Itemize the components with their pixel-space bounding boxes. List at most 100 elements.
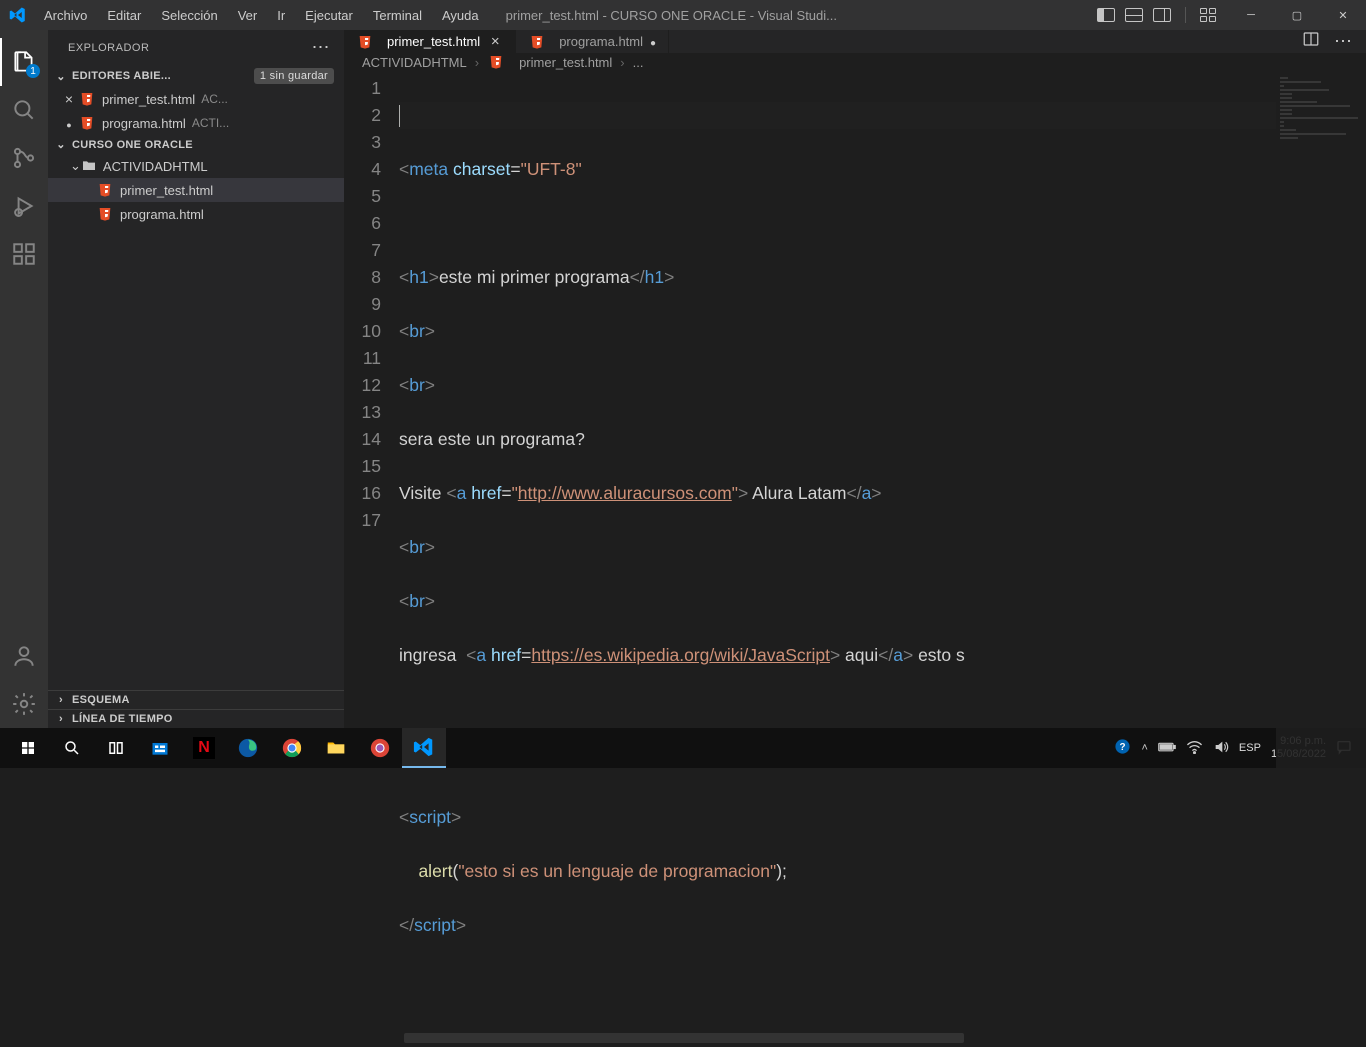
- close-icon[interactable]: ×: [60, 91, 78, 107]
- activity-search-icon[interactable]: [0, 86, 48, 134]
- menu-ejecutar[interactable]: Ejecutar: [296, 4, 362, 27]
- breadcrumb-folder[interactable]: ACTIVIDADHTML: [362, 55, 467, 70]
- folder-label: ACTIVIDADHTML: [103, 159, 208, 174]
- open-editors-header[interactable]: ⌄ EDITORES ABIE... 1 sin guardar: [48, 65, 344, 87]
- menu-bar: Archivo Editar Selección Ver Ir Ejecutar…: [35, 4, 488, 27]
- activity-explorer-icon[interactable]: 1: [0, 38, 48, 86]
- breadcrumb-separator-icon: ›: [475, 55, 479, 70]
- minimize-button[interactable]: ─: [1228, 0, 1274, 30]
- timeline-label: LÍNEA DE TIEMPO: [72, 713, 173, 725]
- split-editor-icon[interactable]: [1302, 30, 1320, 53]
- html-file-icon: [96, 181, 114, 199]
- tab-label: programa.html: [559, 34, 643, 49]
- html-file-icon: [356, 33, 374, 51]
- breadcrumbs[interactable]: ACTIVIDADHTML › primer_test.html › ...: [344, 53, 1366, 71]
- sidebar-more-icon[interactable]: ⋯: [312, 37, 331, 58]
- editor-area: primer_test.html × programa.html ⋯ ACTIV…: [344, 30, 1366, 728]
- menu-editar[interactable]: Editar: [98, 4, 150, 27]
- toggle-secondary-sidebar-icon[interactable]: [1153, 8, 1171, 22]
- activity-bar: 1: [0, 30, 48, 728]
- open-editor-item[interactable]: programa.html ACTI...: [48, 111, 344, 135]
- timeline-header[interactable]: › LÍNEA DE TIEMPO: [48, 709, 344, 728]
- toggle-panel-icon[interactable]: [1125, 8, 1143, 22]
- outline-label: ESQUEMA: [72, 694, 130, 706]
- open-editors-tree: × primer_test.html AC... programa.html A…: [48, 87, 344, 135]
- window-title: primer_test.html - CURSO ONE ORACLE - Vi…: [488, 8, 1097, 23]
- close-icon[interactable]: ×: [487, 33, 503, 50]
- code-editor[interactable]: 1234567891011121314151617 <meta charset=…: [344, 71, 1366, 1047]
- menu-ir[interactable]: Ir: [268, 4, 294, 27]
- activity-accounts-icon[interactable]: [0, 632, 48, 680]
- folder-icon: [81, 158, 97, 174]
- workspace-label: CURSO ONE ORACLE: [72, 139, 193, 151]
- html-file-icon: [78, 90, 96, 108]
- tab-label: primer_test.html: [387, 34, 480, 49]
- close-button[interactable]: ✕: [1320, 0, 1366, 30]
- code-content[interactable]: <meta charset="UFT-8" <h1>este mi primer…: [399, 71, 1366, 1047]
- sidebar-title: EXPLORADOR: [68, 42, 149, 54]
- editor-tabs: primer_test.html × programa.html ⋯: [344, 30, 1366, 53]
- chevron-down-icon: ⌄: [54, 70, 68, 83]
- breadcrumb-separator-icon: ›: [620, 55, 624, 70]
- chevron-right-icon: ›: [54, 694, 68, 706]
- dirty-indicator-icon: [650, 34, 656, 49]
- activity-extensions-icon[interactable]: [0, 230, 48, 278]
- breadcrumb-file[interactable]: primer_test.html: [519, 55, 612, 70]
- activity-source-control-icon[interactable]: [0, 134, 48, 182]
- menu-ver[interactable]: Ver: [229, 4, 267, 27]
- window-controls: ─ ▢ ✕: [1228, 0, 1366, 30]
- file-label: primer_test.html: [120, 183, 213, 198]
- file-item[interactable]: programa.html: [48, 202, 344, 226]
- toggle-primary-sidebar-icon[interactable]: [1097, 8, 1115, 22]
- menu-archivo[interactable]: Archivo: [35, 4, 96, 27]
- taskbar-search-icon[interactable]: [50, 728, 94, 768]
- activity-debug-icon[interactable]: [0, 182, 48, 230]
- menu-seleccion[interactable]: Selección: [152, 4, 226, 27]
- explorer-badge: 1: [26, 64, 40, 78]
- chevron-down-icon: ⌄: [70, 158, 81, 174]
- workspace-header[interactable]: ⌄ CURSO ONE ORACLE: [48, 135, 344, 154]
- dirty-indicator-icon: [60, 116, 78, 131]
- file-tree: ⌄ ACTIVIDADHTML primer_test.html program…: [48, 154, 344, 690]
- activity-settings-icon[interactable]: [0, 680, 48, 728]
- file-label: programa.html: [120, 207, 204, 222]
- tab-actions: ⋯: [1302, 30, 1366, 53]
- chevron-right-icon: ›: [54, 713, 68, 725]
- minimap[interactable]: [1276, 71, 1366, 1047]
- open-editor-item[interactable]: × primer_test.html AC...: [48, 87, 344, 111]
- file-label: primer_test.html: [102, 92, 195, 107]
- tab-primer-test[interactable]: primer_test.html ×: [344, 30, 516, 53]
- taskbar-app-store[interactable]: [138, 728, 182, 768]
- vscode-logo-icon: [0, 6, 35, 24]
- separator: [1185, 7, 1186, 23]
- start-button[interactable]: [6, 728, 50, 768]
- taskbar-app-netflix[interactable]: N: [182, 728, 226, 768]
- folder-item[interactable]: ⌄ ACTIVIDADHTML: [48, 154, 344, 178]
- chevron-down-icon: ⌄: [54, 138, 68, 151]
- taskbar-app-chrome[interactable]: [270, 728, 314, 768]
- horizontal-scrollbar[interactable]: [404, 1033, 1266, 1043]
- tab-programa[interactable]: programa.html: [516, 30, 669, 53]
- html-file-icon: [487, 53, 505, 71]
- sidebar-header: EXPLORADOR ⋯: [48, 30, 344, 65]
- file-label: programa.html: [102, 116, 186, 131]
- menu-ayuda[interactable]: Ayuda: [433, 4, 488, 27]
- html-file-icon: [78, 114, 96, 132]
- unsaved-badge: 1 sin guardar: [254, 68, 334, 84]
- html-file-icon: [528, 33, 546, 51]
- taskbar-app-edge[interactable]: [226, 728, 270, 768]
- more-actions-icon[interactable]: ⋯: [1334, 31, 1352, 52]
- html-file-icon: [96, 205, 114, 223]
- line-number-gutter: 1234567891011121314151617: [344, 71, 399, 1047]
- outline-header[interactable]: › ESQUEMA: [48, 690, 344, 709]
- file-item[interactable]: primer_test.html: [48, 178, 344, 202]
- task-view-icon[interactable]: [94, 728, 138, 768]
- title-bar: Archivo Editar Selección Ver Ir Ejecutar…: [0, 0, 1366, 30]
- file-dir: ACTI...: [192, 116, 229, 130]
- open-editors-label: EDITORES ABIE...: [72, 70, 171, 82]
- customize-layout-icon[interactable]: [1200, 8, 1216, 22]
- maximize-button[interactable]: ▢: [1274, 0, 1320, 30]
- breadcrumb-more[interactable]: ...: [633, 55, 644, 70]
- sidebar-explorer: EXPLORADOR ⋯ ⌄ EDITORES ABIE... 1 sin gu…: [48, 30, 344, 728]
- menu-terminal[interactable]: Terminal: [364, 4, 431, 27]
